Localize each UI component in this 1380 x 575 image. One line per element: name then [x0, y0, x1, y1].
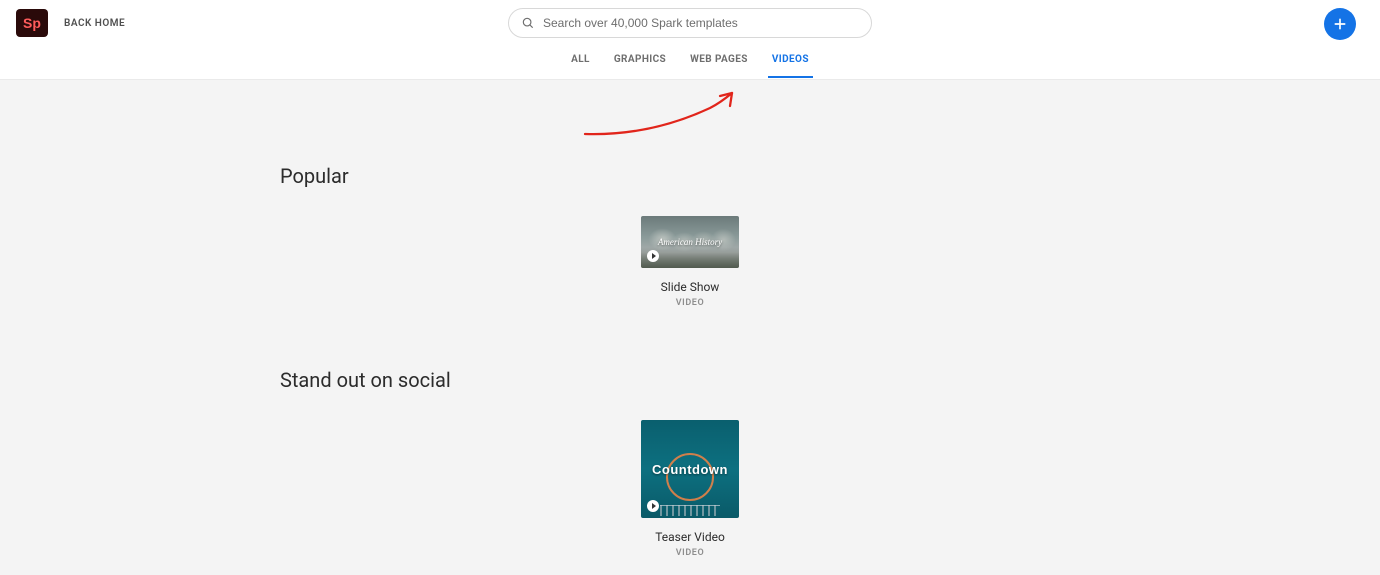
search-input[interactable]: [543, 16, 859, 30]
plus-icon: [1332, 16, 1348, 32]
template-title: Teaser Video: [655, 530, 725, 544]
section-popular: Popular American History Slide Show VIDE…: [280, 80, 1100, 308]
content-area: Popular American History Slide Show VIDE…: [0, 80, 1380, 558]
section-stand-out-on-social: Stand out on social Countdown Teaser Vid…: [280, 308, 1100, 558]
search-icon: [521, 16, 535, 30]
thumbnail-overlay-text: American History: [658, 237, 722, 247]
search-wrap: [508, 8, 872, 38]
tab-web-pages[interactable]: WEB PAGES: [690, 54, 748, 73]
tab-videos[interactable]: VIDEOS: [772, 54, 809, 73]
back-home-link[interactable]: BACK HOME: [64, 18, 125, 29]
search-box[interactable]: [508, 8, 872, 38]
app-logo[interactable]: Sp: [16, 9, 48, 37]
play-icon: [647, 250, 659, 262]
app-header: Sp BACK HOME ALL GRAPHICS WEB PAGES VIDE…: [0, 0, 1380, 80]
thumbnail-overlay-text: Countdown: [652, 462, 728, 477]
template-type-label: VIDEO: [676, 298, 705, 308]
tab-all[interactable]: ALL: [571, 54, 590, 73]
tab-graphics[interactable]: GRAPHICS: [614, 54, 666, 73]
create-new-button[interactable]: [1324, 8, 1356, 40]
header-top-row: Sp BACK HOME: [0, 0, 1380, 46]
card-row: American History Slide Show VIDEO: [280, 216, 1100, 308]
play-icon: [647, 500, 659, 512]
template-type-label: VIDEO: [676, 548, 705, 558]
category-tabs: ALL GRAPHICS WEB PAGES VIDEOS: [0, 46, 1380, 80]
template-card-slide-show[interactable]: American History Slide Show VIDEO: [641, 216, 739, 308]
template-card-teaser-video[interactable]: Countdown Teaser Video VIDEO: [641, 420, 739, 558]
card-row: Countdown Teaser Video VIDEO: [280, 420, 1100, 558]
template-title: Slide Show: [661, 280, 720, 294]
template-thumbnail: American History: [641, 216, 739, 268]
section-title: Popular: [280, 164, 1100, 188]
section-title: Stand out on social: [280, 368, 1100, 392]
logo-text: Sp: [23, 15, 41, 31]
template-thumbnail: Countdown: [641, 420, 739, 518]
